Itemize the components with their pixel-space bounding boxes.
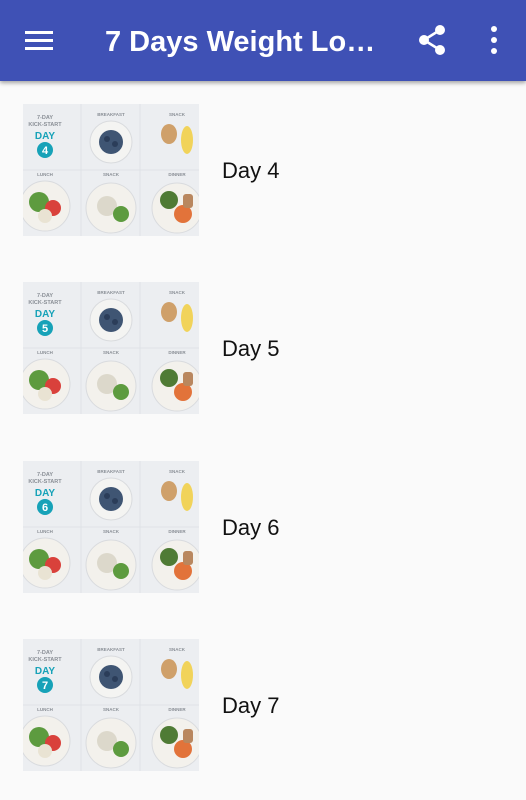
thumbnail-day-num: 4: [42, 145, 49, 157]
thumbnail-badge-mid: KICK-START: [28, 300, 62, 306]
thumbnail-sec-breakfast: BREAKFAST: [97, 469, 125, 474]
share-button[interactable]: [408, 16, 456, 64]
thumbnail-sec-snack1: SNACK: [169, 469, 186, 474]
meal-plan-image: 7-DAY KICK-START DAY 6 BREAKFAST SNACK L…: [23, 461, 199, 593]
thumbnail-sec-snack1: SNACK: [169, 647, 186, 652]
thumbnail-sec-snack2: SNACK: [103, 707, 120, 712]
thumbnail-sec-breakfast: BREAKFAST: [97, 112, 125, 117]
thumbnail-sec-lunch: LUNCH: [37, 350, 53, 355]
hamburger-menu-icon: [25, 31, 53, 50]
meal-plan-image: 7-DAY KICK-START DAY 4 BREAKFAST SNACK L…: [23, 104, 199, 236]
thumbnail-badge-mid: KICK-START: [28, 122, 62, 128]
list-item-day-5[interactable]: 7-DAY KICK-START DAY 5 BREAKFAST SNACK L…: [0, 277, 526, 427]
meal-plan-thumbnail: 7-DAY KICK-START DAY 6 BREAKFAST SNACK L…: [23, 461, 199, 593]
list-item-day-7[interactable]: 7-DAY KICK-START DAY 7 BREAKFAST SNACK L…: [0, 634, 526, 784]
thumbnail-sec-dinner: DINNER: [168, 529, 186, 534]
thumbnail-sec-breakfast: BREAKFAST: [97, 290, 125, 295]
thumbnail-sec-snack1: SNACK: [169, 290, 186, 295]
thumbnail-sec-dinner: DINNER: [168, 707, 186, 712]
app-bar: 7 Days Weight Loss…: [0, 0, 526, 81]
day-label: Day 5: [222, 336, 280, 361]
meal-plan-thumbnail: 7-DAY KICK-START DAY 7 BREAKFAST SNACK L…: [23, 639, 199, 771]
thumbnail-day-num: 7: [42, 680, 48, 692]
day-label: Day 6: [222, 515, 280, 540]
thumbnail-sec-dinner: DINNER: [168, 350, 186, 355]
thumbnail-badge-mid: KICK-START: [28, 479, 62, 485]
thumbnail-sec-snack2: SNACK: [103, 529, 120, 534]
thumbnail-sec-dinner: DINNER: [168, 172, 186, 177]
thumbnail-badge-top: 7-DAY: [37, 472, 53, 478]
list-item-day-4[interactable]: 7-DAY KICK-START DAY 4 BREAKFAST SNACK L…: [0, 99, 526, 249]
menu-button[interactable]: [16, 16, 64, 64]
meal-plan-thumbnail: 7-DAY KICK-START DAY 5 BREAKFAST SNACK L…: [23, 282, 199, 414]
meal-plan-thumbnail: 7-DAY KICK-START DAY 4 BREAKFAST SNACK L…: [23, 104, 199, 236]
thumbnail-day-num: 6: [42, 502, 48, 514]
thumbnail-badge-top: 7-DAY: [37, 650, 53, 656]
page-title: 7 Days Weight Loss…: [105, 26, 387, 58]
thumbnail-sec-lunch: LUNCH: [37, 707, 53, 712]
thumbnail-badge-top: 7-DAY: [37, 115, 53, 121]
list-item-day-6[interactable]: 7-DAY KICK-START DAY 6 BREAKFAST SNACK L…: [0, 456, 526, 606]
thumbnail-sec-snack2: SNACK: [103, 350, 120, 355]
thumbnail-sec-breakfast: BREAKFAST: [97, 647, 125, 652]
more-options-button[interactable]: [470, 16, 518, 64]
thumbnail-sec-lunch: LUNCH: [37, 529, 53, 534]
thumbnail-badge-top: 7-DAY: [37, 293, 53, 299]
day-label: Day 7: [222, 693, 280, 718]
thumbnail-sec-lunch: LUNCH: [37, 172, 53, 177]
thumbnail-badge-day: DAY: [35, 488, 56, 499]
thumbnail-badge-mid: KICK-START: [28, 657, 62, 663]
thumbnail-sec-snack2: SNACK: [103, 172, 120, 177]
more-vertical-icon: [491, 26, 497, 54]
thumbnail-badge-day: DAY: [35, 309, 56, 320]
thumbnail-badge-day: DAY: [35, 666, 56, 677]
thumbnail-day-num: 5: [42, 323, 48, 335]
share-icon: [419, 25, 445, 55]
meal-plan-image: 7-DAY KICK-START DAY 5 BREAKFAST SNACK L…: [23, 282, 199, 414]
day-label: Day 4: [222, 158, 280, 183]
thumbnail-sec-snack1: SNACK: [169, 112, 186, 117]
thumbnail-badge-day: DAY: [35, 131, 56, 142]
meal-plan-image: 7-DAY KICK-START DAY 7 BREAKFAST SNACK L…: [23, 639, 199, 771]
